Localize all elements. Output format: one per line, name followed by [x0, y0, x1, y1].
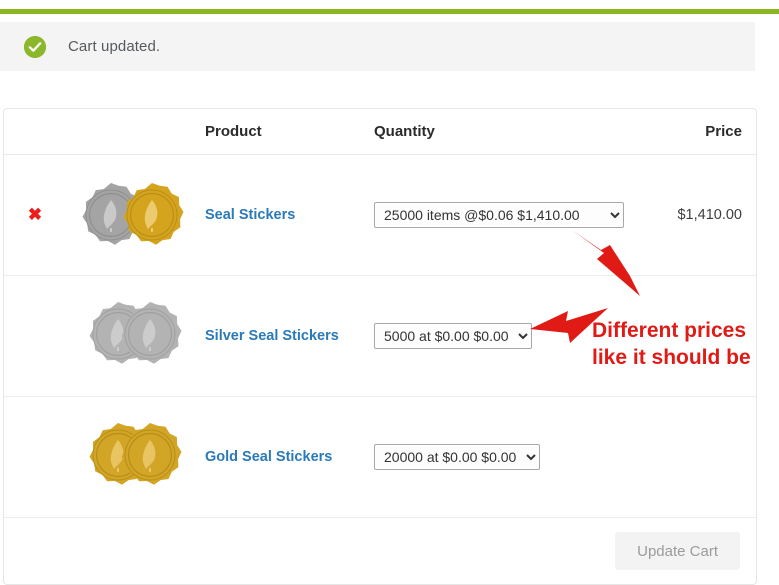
header-quantity: Quantity — [366, 109, 651, 155]
price-cell — [651, 275, 756, 397]
header-price: Price — [651, 109, 756, 155]
remove-cell — [4, 275, 66, 397]
table-header-row: Product Quantity Price — [4, 109, 756, 155]
quantity-select-row-3[interactable]: 20000 at $0.00 $0.00 — [374, 444, 540, 470]
silver-seal-sticker-image[interactable] — [75, 299, 193, 373]
product-name-cell: Seal Stickers — [201, 154, 366, 276]
quantity-cell: 5000 at $0.00 $0.00 — [366, 275, 651, 397]
product-name-cell: Gold Seal Stickers — [201, 396, 366, 518]
product-link-seal-stickers[interactable]: Seal Stickers — [201, 207, 295, 223]
table-row: Gold Seal Stickers 20000 at $0.00 $0.00 — [4, 396, 756, 518]
table-row: Silver Seal Stickers 5000 at $0.00 $0.00 — [4, 275, 756, 397]
quantity-select-row-2[interactable]: 5000 at $0.00 $0.00 — [374, 323, 532, 349]
product-link-gold-seal-stickers[interactable]: Gold Seal Stickers — [201, 449, 332, 465]
top-accent-bar — [0, 9, 779, 14]
quantity-cell: 25000 items @$0.06 $1,410.00 — [366, 154, 651, 276]
update-cart-button[interactable]: Update Cart — [615, 532, 740, 570]
thumbnail-cell — [66, 154, 201, 276]
product-link-silver-seal-stickers[interactable]: Silver Seal Stickers — [201, 328, 339, 344]
shopping-cart-panel: Product Quantity Price ✖ Seal Stickers 2… — [3, 108, 757, 585]
price-cell — [651, 396, 756, 518]
quantity-cell: 20000 at $0.00 $0.00 — [366, 396, 651, 518]
thumbnail-cell — [66, 275, 201, 397]
table-row: ✖ Seal Stickers 25000 items @$0.06 $1,41… — [4, 154, 756, 276]
cart-updated-notification: Cart updated. — [0, 22, 755, 71]
header-thumbnail — [66, 109, 201, 155]
header-product: Product — [201, 109, 366, 155]
notification-message: Cart updated. — [68, 38, 161, 55]
remove-x-icon[interactable]: ✖ — [28, 205, 42, 224]
cart-footer: Update Cart — [4, 518, 756, 584]
cart-items-table: Product Quantity Price ✖ Seal Stickers 2… — [4, 109, 756, 518]
price-cell: $1,410.00 — [651, 154, 756, 276]
silver-and-gold-seal-sticker-image[interactable] — [75, 178, 193, 252]
gold-seal-sticker-image[interactable] — [75, 420, 193, 494]
check-circle-icon — [24, 35, 46, 58]
remove-cell: ✖ — [4, 154, 66, 276]
quantity-select-row-1[interactable]: 25000 items @$0.06 $1,410.00 — [374, 202, 624, 228]
thumbnail-cell — [66, 396, 201, 518]
header-remove — [4, 109, 66, 155]
remove-cell — [4, 396, 66, 518]
product-name-cell: Silver Seal Stickers — [201, 275, 366, 397]
